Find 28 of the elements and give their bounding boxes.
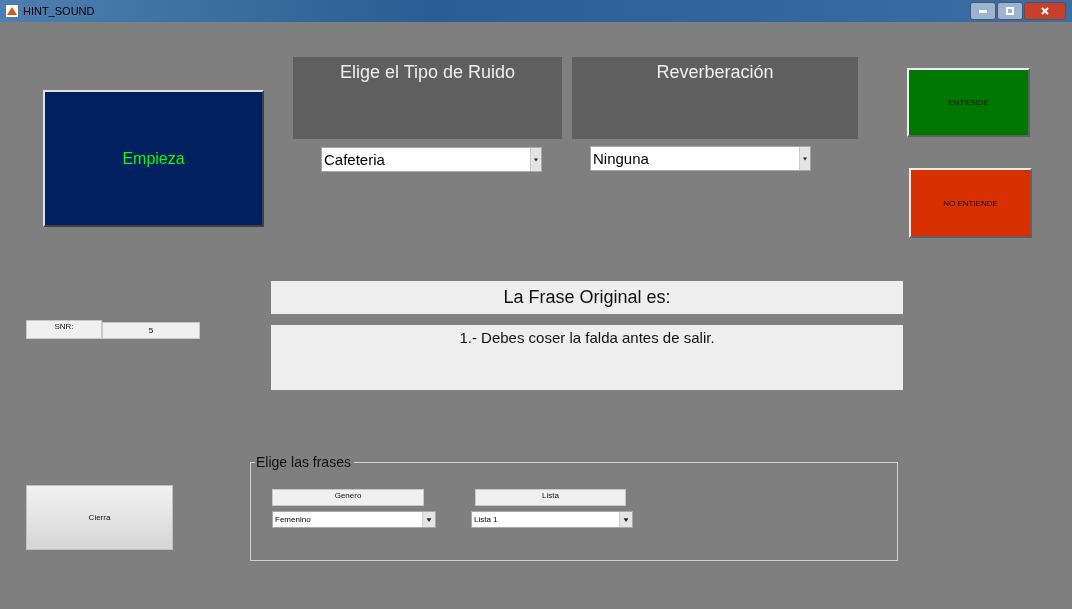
snr-label: SNR: [26, 320, 102, 339]
window-title: HINT_SOUND [23, 5, 96, 17]
maximize-icon [1006, 7, 1014, 15]
sentence-heading: La Frase Original es: [271, 281, 903, 314]
start-button[interactable]: Empieza [43, 90, 264, 227]
panel-title: Reverberación [656, 62, 774, 84]
sentence-text: 1.- Debes coser la falda antes de salir. [271, 325, 903, 390]
dropdown[interactable]: Femenino [272, 511, 436, 528]
caret-icon [619, 512, 632, 527]
group-title: Elige las frases [255, 454, 354, 470]
app-icon [6, 5, 18, 17]
dropdown[interactable]: Ninguna [590, 146, 811, 171]
close-icon [1041, 7, 1049, 15]
caret-icon [530, 148, 541, 171]
snr-field[interactable]: 5 [102, 322, 200, 339]
dropdown[interactable]: Cafeteria [321, 147, 542, 172]
dropdown[interactable]: Lista 1 [471, 511, 633, 528]
minimize-icon [979, 9, 987, 13]
panel-title: Elige el Tipo de Ruido [339, 62, 516, 84]
minimize-button[interactable] [970, 2, 996, 20]
close-app-button[interactable]: Cierra [26, 485, 173, 550]
maximize-button[interactable] [997, 2, 1023, 20]
caret-icon [799, 147, 810, 170]
close-button[interactable] [1024, 2, 1066, 20]
field-label: Lista [475, 489, 626, 506]
caret-icon [422, 512, 435, 527]
field-label: Genero [272, 489, 424, 506]
answer-button[interactable]: NO ENTIENDE [909, 168, 1032, 238]
